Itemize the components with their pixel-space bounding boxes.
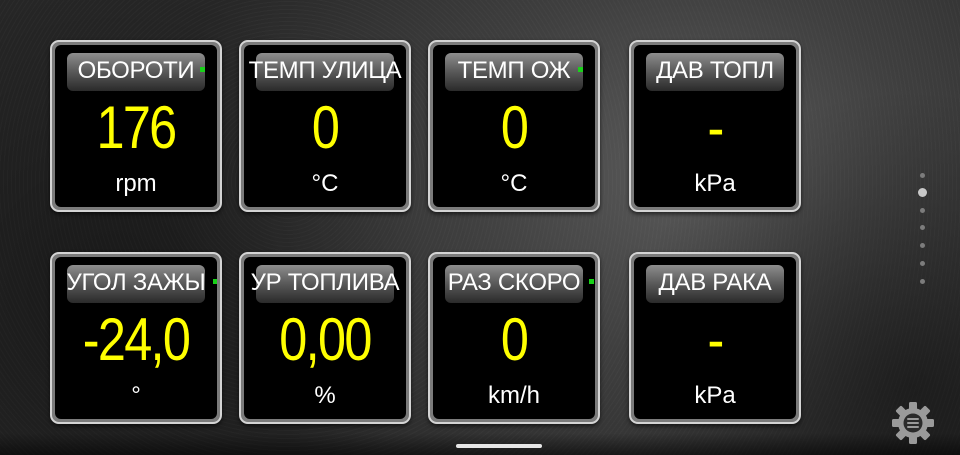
gauge-value: 0 xyxy=(500,94,529,161)
gauge-title: УР ТОПЛИВА xyxy=(250,269,400,296)
page-dot[interactable] xyxy=(920,279,925,284)
gauge-unit: kPa xyxy=(694,170,736,197)
status-dot-icon xyxy=(213,279,217,284)
gauge-value: -24,0 xyxy=(82,306,191,373)
gauge-value: - xyxy=(707,94,724,161)
gauge-title: УГОЛ ЗАЖЫ xyxy=(66,269,206,296)
gauge-tile-coolant-temp[interactable]: ТЕМП ОЖ 0 °C xyxy=(428,40,600,212)
gauge-unit: % xyxy=(314,382,336,409)
gauge-tile-ignition-angle[interactable]: УГОЛ ЗАЖЫ -24,0 ° xyxy=(50,252,222,424)
gauge-unit: ° xyxy=(131,382,141,409)
home-indicator[interactable] xyxy=(456,444,542,448)
gauge-face: ТЕМП УЛИЦА 0 °C xyxy=(244,45,406,207)
page-dot[interactable] xyxy=(920,173,925,178)
page-dot[interactable] xyxy=(920,208,925,213)
page-dot[interactable] xyxy=(920,261,925,266)
gear-icon xyxy=(892,402,934,444)
status-dot-icon xyxy=(578,67,583,72)
gauge-face: ТЕМП ОЖ 0 °C xyxy=(433,45,595,207)
gauge-tile-speed-difference[interactable]: РАЗ СКОРО 0 km/h xyxy=(428,252,600,424)
gauge-title: ДАВ ТОПЛ xyxy=(656,57,774,84)
gauge-value: 0 xyxy=(311,94,340,161)
gauge-face: УГОЛ ЗАЖЫ -24,0 ° xyxy=(55,257,217,419)
gauge-unit: °C xyxy=(500,170,528,197)
gauge-tile-fuel-level[interactable]: УР ТОПЛИВА 0,00 % xyxy=(239,252,411,424)
gauge-unit: kPa xyxy=(694,382,736,409)
gauge-title: ТЕМП УЛИЦА xyxy=(248,57,402,84)
gauge-title: ТЕМП ОЖ xyxy=(457,57,571,84)
gauge-tile-manifold-pressure[interactable]: ДАВ РАКА - kPa xyxy=(629,252,801,424)
page-dot[interactable] xyxy=(920,243,925,248)
gauge-face: УР ТОПЛИВА 0,00 % xyxy=(244,257,406,419)
gauge-unit: rpm xyxy=(115,170,157,197)
status-dot-icon xyxy=(589,279,594,284)
gauge-tile-rpm[interactable]: ОБОРОТИ 176 rpm xyxy=(50,40,222,212)
gauge-face: ОБОРОТИ 176 rpm xyxy=(55,45,217,207)
gauge-face: РАЗ СКОРО 0 km/h xyxy=(433,257,595,419)
gauge-tile-outside-temp[interactable]: ТЕМП УЛИЦА 0 °C xyxy=(239,40,411,212)
gauge-face: ДАВ ТОПЛ - kPa xyxy=(634,45,796,207)
settings-button[interactable] xyxy=(890,400,936,446)
gauge-title: ДАВ РАКА xyxy=(658,269,772,296)
gauge-tile-fuel-pressure[interactable]: ДАВ ТОПЛ - kPa xyxy=(629,40,801,212)
status-dot-icon xyxy=(200,67,205,72)
gauge-value: 176 xyxy=(96,94,177,161)
page-dot[interactable] xyxy=(920,225,925,230)
gauge-value: - xyxy=(707,306,724,373)
gauge-unit: °C xyxy=(311,170,339,197)
page-indicator[interactable] xyxy=(918,170,928,290)
gauge-value: 0 xyxy=(500,306,529,373)
gauge-unit: km/h xyxy=(487,382,540,409)
page-dot-active[interactable] xyxy=(918,188,927,197)
gauge-title: РАЗ СКОРО xyxy=(447,269,581,296)
gauge-title: ОБОРОТИ xyxy=(77,57,195,84)
gauge-value: 0,00 xyxy=(279,306,372,373)
gauge-face: ДАВ РАКА - kPa xyxy=(634,257,796,419)
